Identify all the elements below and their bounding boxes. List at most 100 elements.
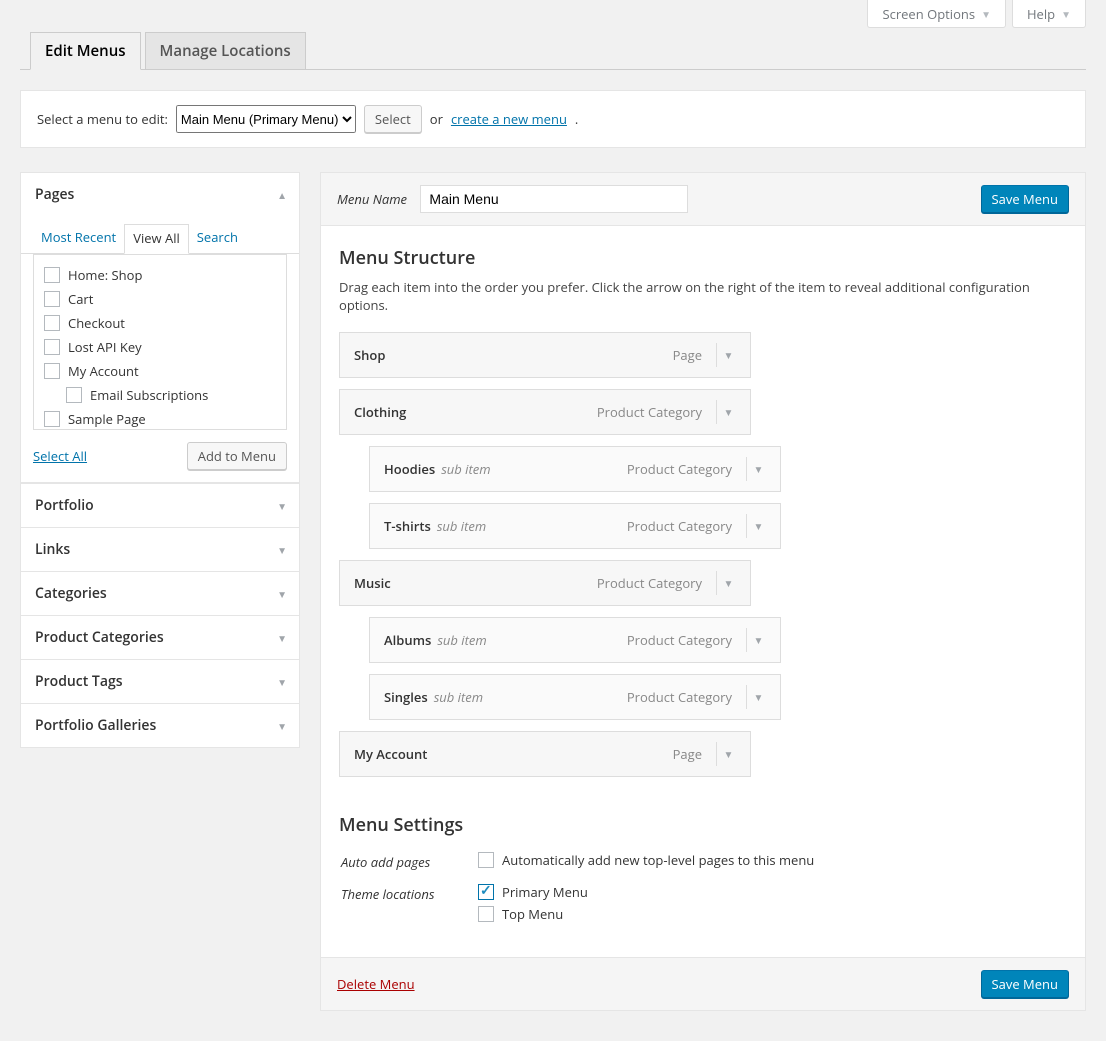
pages-list-item[interactable]: Email Subscriptions bbox=[44, 383, 276, 407]
menu-item-toggle[interactable]: ▼ bbox=[746, 628, 770, 652]
select-all-link[interactable]: Select All bbox=[33, 447, 87, 465]
menu-item-title: T-shirts bbox=[384, 517, 431, 535]
menu-item-toggle[interactable]: ▼ bbox=[746, 514, 770, 538]
pages-list-item[interactable]: Lost API Key bbox=[44, 335, 276, 359]
menu-name-input[interactable] bbox=[420, 185, 688, 213]
pages-list-checkbox[interactable] bbox=[44, 291, 60, 307]
pages-subtabs: Most Recent View All Search bbox=[21, 216, 299, 254]
subtab-most-recent[interactable]: Most Recent bbox=[33, 224, 124, 253]
select-menu-label: Select a menu to edit: bbox=[37, 110, 168, 128]
pages-list[interactable]: Home: Shop Cart Checkout Lost API Key My Acc… bbox=[33, 254, 287, 430]
sub-item-label: sub item bbox=[434, 688, 483, 706]
tab-edit-menus[interactable]: Edit Menus bbox=[30, 32, 141, 70]
accordion-links: Links ▼ bbox=[20, 528, 300, 572]
accordion-pages-header[interactable]: Pages ▲ bbox=[21, 173, 299, 216]
chevron-down-icon: ▼ bbox=[277, 675, 287, 689]
pages-list-label: Lost API Key bbox=[68, 338, 142, 356]
menu-item[interactable]: Hoodiessub itemProduct Category▼ bbox=[369, 446, 781, 492]
menu-item-toggle[interactable]: ▼ bbox=[746, 457, 770, 481]
menu-select-bar: Select a menu to edit: Main Menu (Primar… bbox=[20, 90, 1086, 148]
theme-locations-label: Theme locations bbox=[341, 879, 476, 931]
menu-item-toggle[interactable]: ▼ bbox=[716, 343, 740, 367]
pages-list-label: Home: Shop bbox=[68, 266, 142, 284]
menu-structure-title: Menu Structure bbox=[339, 246, 1067, 270]
tab-manage-locations[interactable]: Manage Locations bbox=[145, 32, 306, 70]
auto-add-pages-label: Auto add pages bbox=[341, 847, 476, 877]
menu-item-toggle[interactable]: ▼ bbox=[716, 571, 740, 595]
screen-options-button[interactable]: Screen Options ▼ bbox=[867, 0, 1006, 28]
accordion-header[interactable]: Product Categories ▼ bbox=[21, 616, 299, 659]
sub-item-label: sub item bbox=[441, 460, 490, 478]
menu-item[interactable]: Albumssub itemProduct Category▼ bbox=[369, 617, 781, 663]
chevron-down-icon: ▼ bbox=[277, 543, 287, 557]
primary-menu-checkbox[interactable] bbox=[478, 884, 494, 900]
menu-item[interactable]: My AccountPage▼ bbox=[339, 731, 751, 777]
menu-item-toggle[interactable]: ▼ bbox=[716, 400, 740, 424]
menu-item[interactable]: ClothingProduct Category▼ bbox=[339, 389, 751, 435]
top-menu-checkbox[interactable] bbox=[478, 906, 494, 922]
accordion-header[interactable]: Portfolio▼ bbox=[21, 484, 299, 527]
pages-list-checkbox[interactable] bbox=[44, 315, 60, 331]
menu-name-label: Menu Name bbox=[337, 190, 407, 208]
accordion-title: Categories bbox=[35, 584, 107, 603]
subtab-search[interactable]: Search bbox=[189, 224, 246, 253]
menu-item-title: Music bbox=[354, 574, 391, 592]
menu-item-title: Singles bbox=[384, 688, 428, 706]
accordion-title: Links bbox=[35, 540, 70, 559]
chevron-down-icon: ▼ bbox=[277, 631, 287, 645]
primary-menu-text: Primary Menu bbox=[502, 883, 588, 901]
accordion-title: Portfolio bbox=[35, 496, 94, 515]
select-button[interactable]: Select bbox=[364, 105, 422, 133]
menu-item-toggle[interactable]: ▼ bbox=[716, 742, 740, 766]
chevron-down-icon: ▼ bbox=[277, 587, 287, 601]
delete-menu-link[interactable]: Delete Menu bbox=[337, 975, 415, 993]
sub-item-label: sub item bbox=[437, 517, 486, 535]
accordion-pages: Pages ▲ Most Recent View All Search Home… bbox=[20, 172, 300, 483]
subtab-view-all[interactable]: View All bbox=[124, 224, 189, 254]
accordion-header[interactable]: Links ▼ bbox=[21, 528, 299, 571]
help-button[interactable]: Help ▼ bbox=[1012, 0, 1086, 28]
pages-list-checkbox[interactable] bbox=[66, 387, 82, 403]
auto-add-pages-text: Automatically add new top-level pages to… bbox=[502, 851, 814, 869]
pages-list-checkbox[interactable] bbox=[44, 339, 60, 355]
auto-add-pages-checkbox[interactable] bbox=[478, 852, 494, 868]
pages-list-item[interactable]: Cart bbox=[44, 287, 276, 311]
create-menu-link[interactable]: create a new menu bbox=[451, 110, 567, 128]
accordion-header[interactable]: Portfolio Galleries▼ bbox=[21, 704, 299, 747]
menu-item-type: Product Category bbox=[597, 574, 702, 592]
menu-item-title: Shop bbox=[354, 346, 385, 364]
menu-item-toggle[interactable]: ▼ bbox=[746, 685, 770, 709]
menu-item-type: Product Category bbox=[627, 631, 732, 649]
pages-list-label: Cart bbox=[68, 290, 93, 308]
pages-list-checkbox[interactable] bbox=[44, 267, 60, 283]
pages-list-item[interactable]: My Account bbox=[44, 359, 276, 383]
save-menu-button-bottom[interactable]: Save Menu bbox=[981, 970, 1069, 998]
menu-item[interactable]: Singlessub itemProduct Category▼ bbox=[369, 674, 781, 720]
pages-list-checkbox[interactable] bbox=[44, 411, 60, 427]
accordion-title: Product Categories bbox=[35, 628, 164, 647]
accordion-pages-title: Pages bbox=[35, 185, 74, 204]
primary-menu-checkbox-row[interactable]: Primary Menu bbox=[478, 883, 588, 901]
menu-item-type: Page bbox=[673, 346, 702, 364]
add-to-menu-button[interactable]: Add to Menu bbox=[187, 442, 287, 470]
menu-item[interactable]: T-shirts sub item Product Category ▼ bbox=[369, 503, 781, 549]
auto-add-pages-checkbox-row[interactable]: Automatically add new top-level pages to… bbox=[478, 851, 814, 869]
menu-item-type: Page bbox=[673, 745, 702, 763]
top-menu-checkbox-row[interactable]: Top Menu bbox=[478, 905, 563, 923]
menu-item[interactable]: Shop Page ▼ bbox=[339, 332, 751, 378]
menu-item-type: Product Category bbox=[627, 517, 732, 535]
accordion-product-categories: Product Categories ▼ bbox=[20, 616, 300, 660]
accordion-header[interactable]: Product Tags▼ bbox=[21, 660, 299, 703]
menu-item[interactable]: Music Product Category ▼ bbox=[339, 560, 751, 606]
pages-list-checkbox[interactable] bbox=[44, 363, 60, 379]
accordion-header[interactable]: Categories ▼ bbox=[21, 572, 299, 615]
pages-list-item[interactable]: Checkout bbox=[44, 311, 276, 335]
accordion-portfolio-galleries: Portfolio Galleries▼ bbox=[20, 704, 300, 748]
menu-item-title: Hoodies bbox=[384, 460, 435, 478]
save-menu-button-top[interactable]: Save Menu bbox=[981, 185, 1069, 213]
pages-list-item[interactable]: Sample Page bbox=[44, 407, 276, 430]
accordion-categories: Categories ▼ bbox=[20, 572, 300, 616]
menu-select[interactable]: Main Menu (Primary Menu) bbox=[176, 105, 356, 133]
pages-list-item[interactable]: Home: Shop bbox=[44, 263, 276, 287]
chevron-down-icon: ▼ bbox=[1061, 7, 1071, 21]
